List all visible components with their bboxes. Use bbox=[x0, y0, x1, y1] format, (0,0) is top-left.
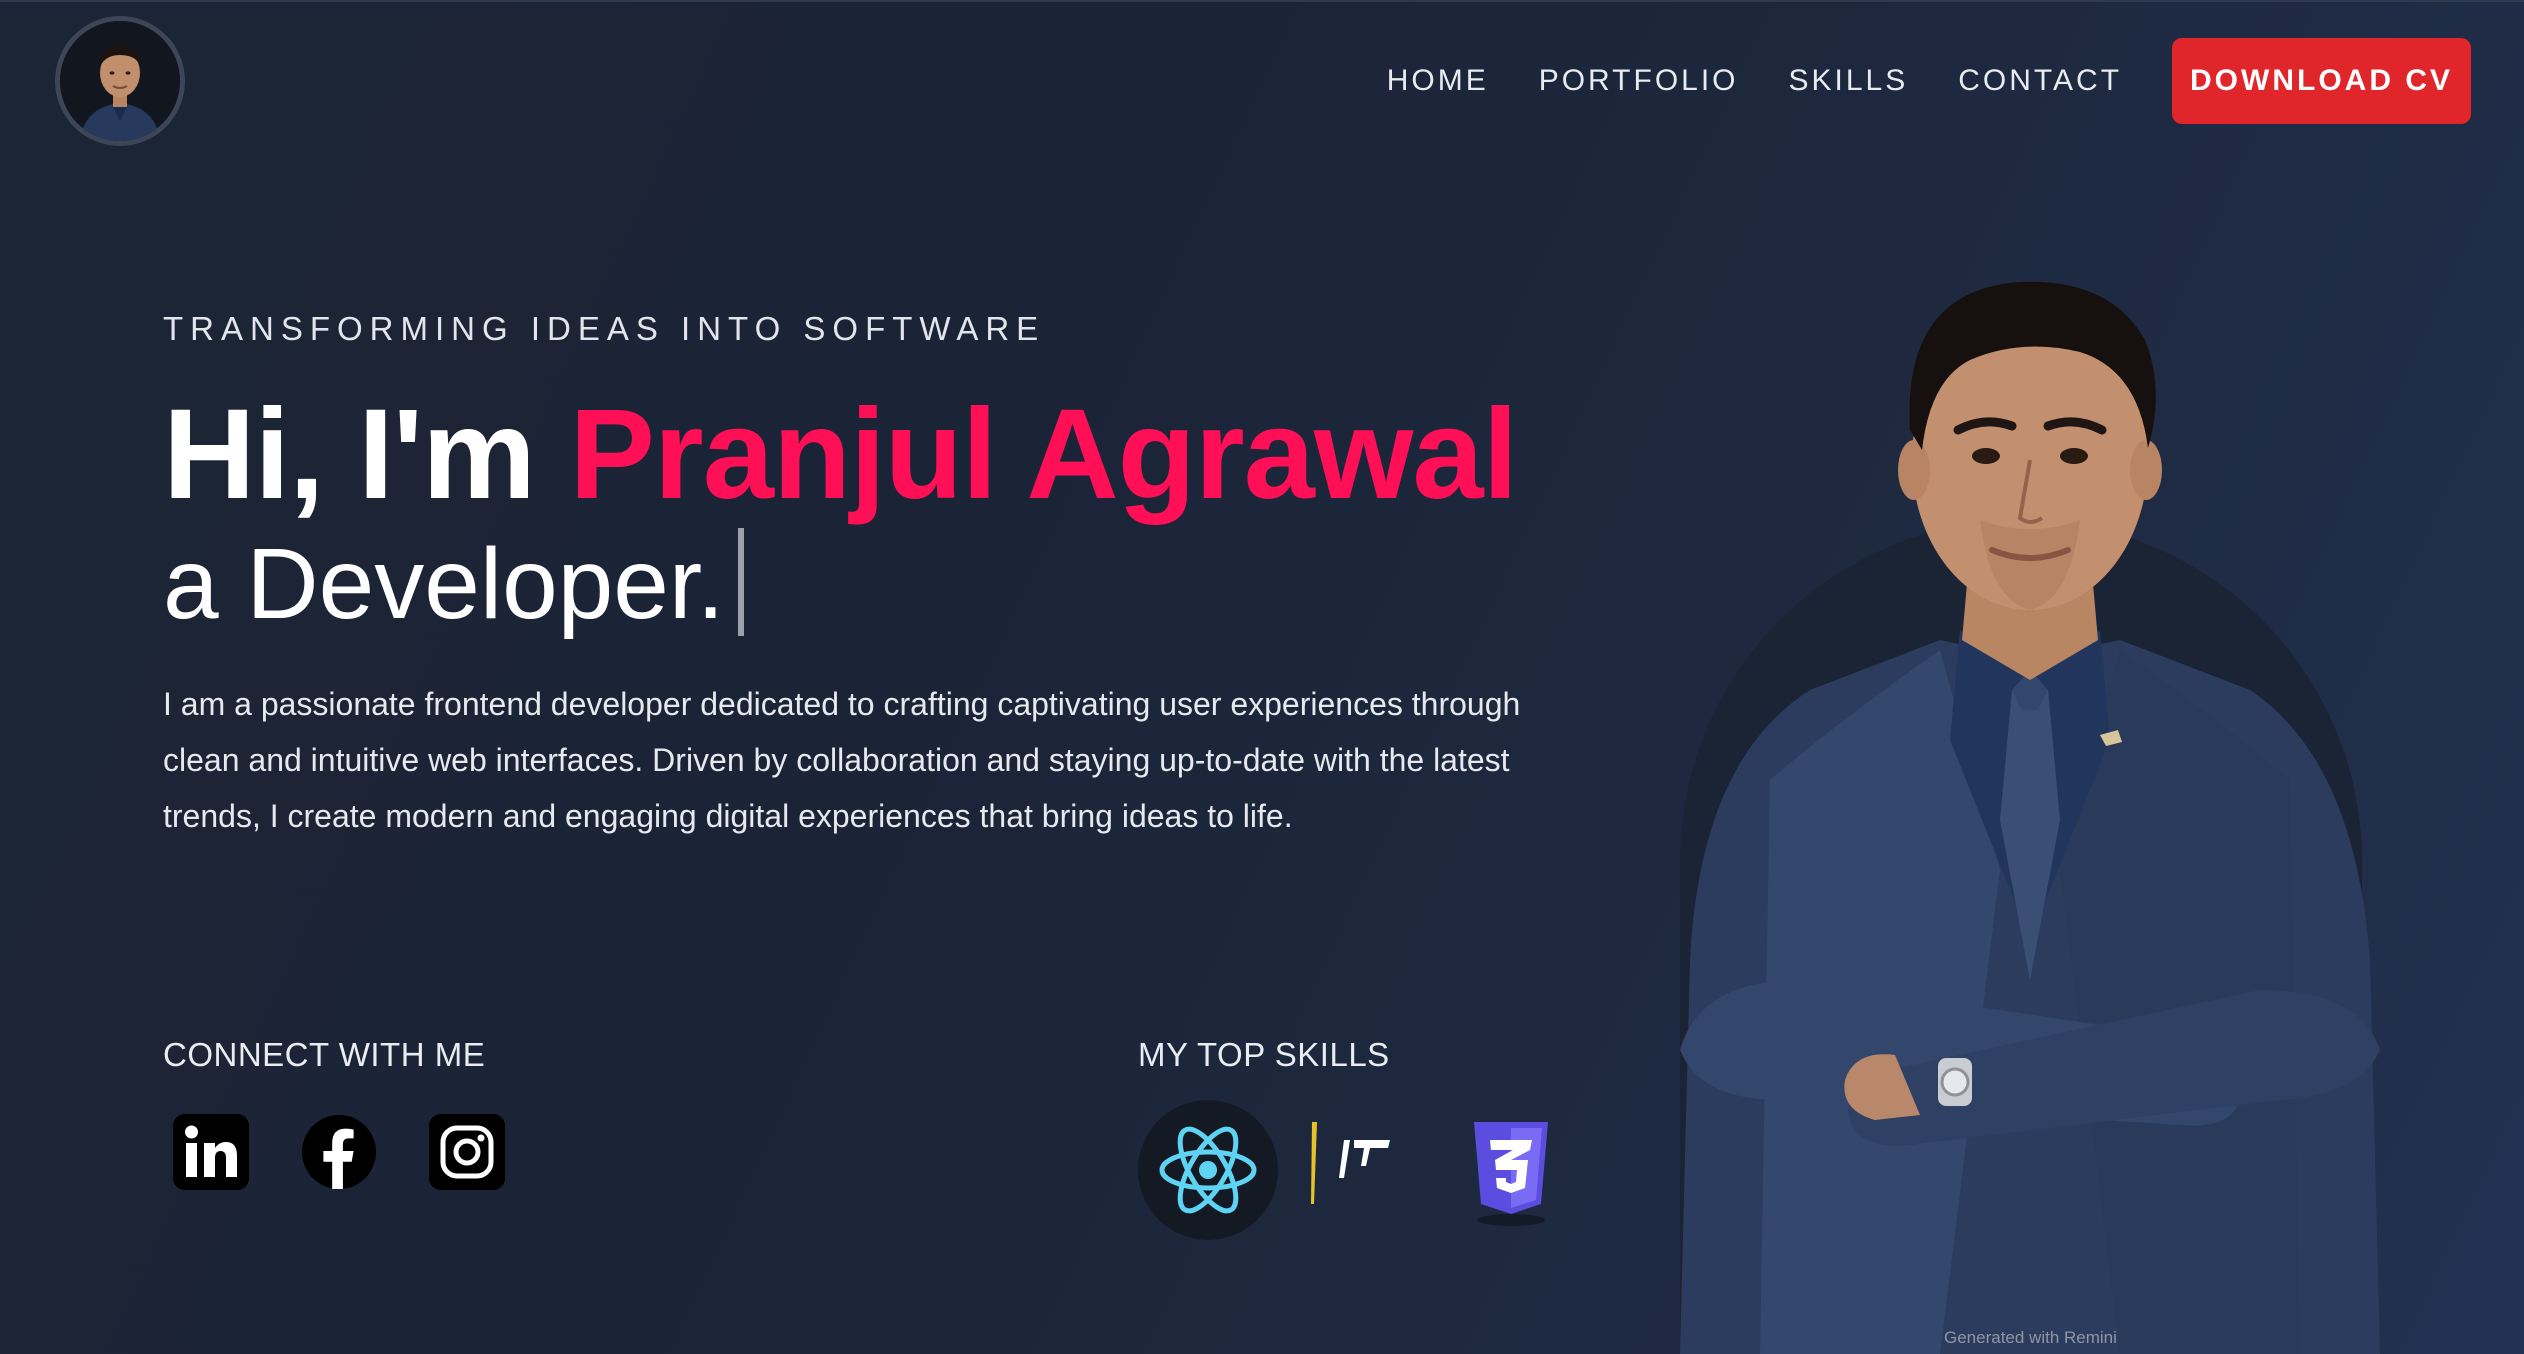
nav-contact[interactable]: CONTACT bbox=[1958, 64, 2122, 98]
hero-greeting: Hi, I'm bbox=[163, 383, 570, 526]
instagram-icon[interactable] bbox=[429, 1114, 505, 1190]
hero-role: a Developer. bbox=[163, 528, 725, 640]
hero-headline: Hi, I'm Pranjul Agrawal bbox=[163, 383, 1519, 526]
download-cv-button[interactable]: DOWNLOAD CV bbox=[2172, 38, 2471, 124]
nav-skills[interactable]: SKILLS bbox=[1789, 64, 1909, 98]
portrait-photo bbox=[1680, 281, 2380, 1354]
nav-portfolio[interactable]: PORTFOLIO bbox=[1539, 64, 1739, 98]
watermark-text: Generated with Remini bbox=[1944, 1328, 2117, 1347]
linkedin-icon[interactable] bbox=[173, 1114, 249, 1190]
react-icon[interactable] bbox=[1138, 1100, 1278, 1245]
hero-tagline: TRANSFORMING IDEAS INTO SOFTWARE bbox=[163, 310, 1046, 347]
css3-icon[interactable] bbox=[1466, 1118, 1556, 1233]
nextjs-icon[interactable] bbox=[1308, 1118, 1398, 1213]
typing-caret bbox=[738, 528, 745, 636]
hero-intro: I am a passionate frontend developer ded… bbox=[163, 686, 1521, 834]
avatar-photo bbox=[60, 21, 180, 141]
avatar[interactable] bbox=[55, 16, 185, 146]
top-border bbox=[0, 0, 2524, 2]
hero-role-line: a Developer. bbox=[163, 528, 745, 640]
nav-home[interactable]: HOME bbox=[1387, 64, 1489, 98]
facebook-icon[interactable] bbox=[301, 1114, 377, 1190]
skills-title: MY TOP SKILLS bbox=[1138, 1036, 1390, 1073]
connect-title: CONNECT WITH ME bbox=[163, 1036, 486, 1073]
main-nav: HOME PORTFOLIO SKILLS CONTACT DOWNLOAD C… bbox=[1387, 38, 2471, 124]
hero-name: Pranjul Agrawal bbox=[569, 383, 1519, 526]
